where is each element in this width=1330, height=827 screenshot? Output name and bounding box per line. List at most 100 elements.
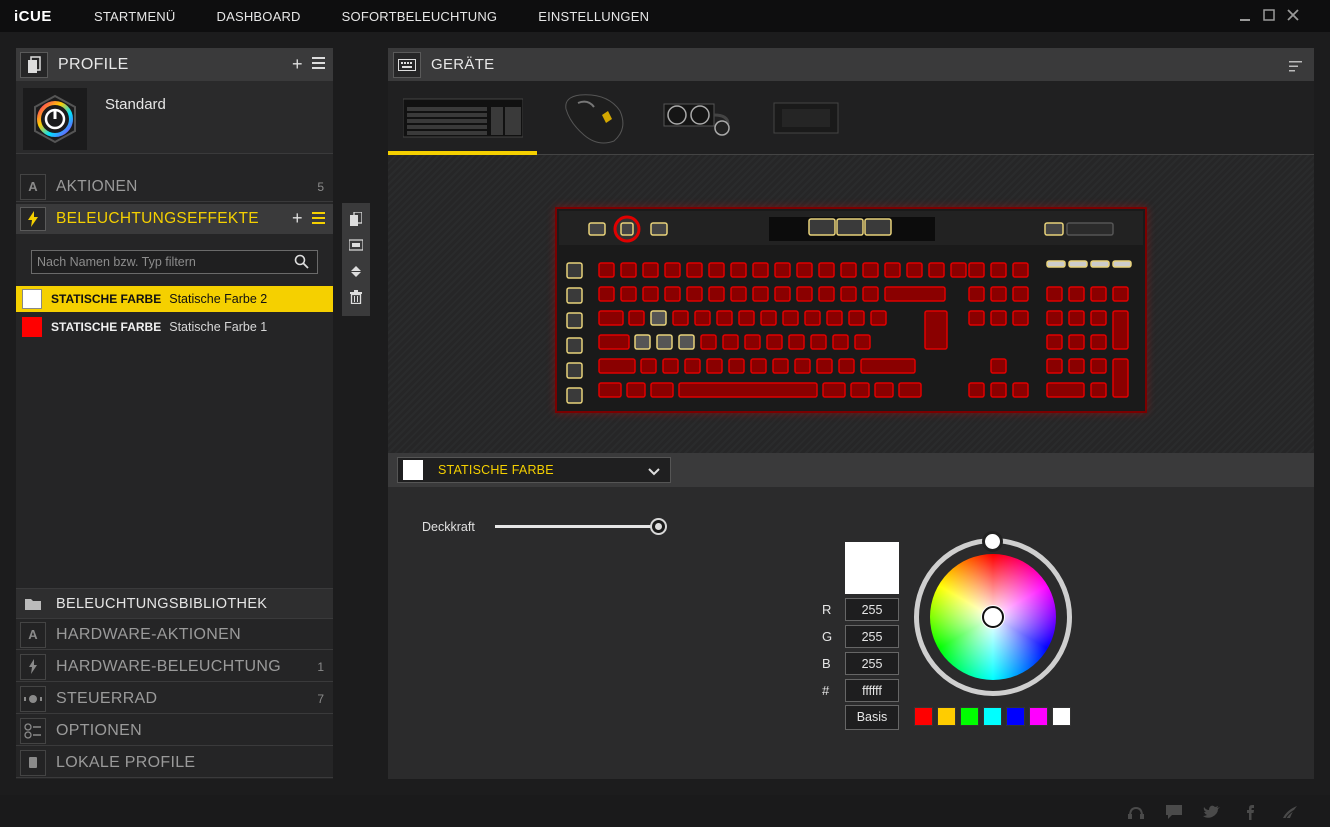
basic-color-red[interactable] bbox=[914, 707, 933, 726]
basic-color-magenta[interactable] bbox=[1029, 707, 1048, 726]
number-key[interactable] bbox=[818, 286, 835, 302]
function-key[interactable] bbox=[686, 262, 703, 278]
section-lighting-effects[interactable]: BELEUCHTUNGSEFFEKTE + bbox=[16, 204, 333, 234]
numpad-key[interactable] bbox=[1068, 286, 1085, 302]
section-lighting-library[interactable]: BELEUCHTUNGSBIBLIOTHEK bbox=[16, 588, 333, 619]
letter-key[interactable] bbox=[794, 358, 811, 374]
letter-key[interactable] bbox=[634, 334, 651, 350]
tab-key[interactable] bbox=[598, 310, 624, 326]
filter-input[interactable] bbox=[32, 251, 282, 273]
altgr-key[interactable] bbox=[822, 382, 846, 398]
basic-color-blue[interactable] bbox=[1006, 707, 1025, 726]
numpad-plus-key[interactable] bbox=[1112, 310, 1129, 350]
nav-key[interactable] bbox=[968, 262, 985, 278]
letter-key[interactable] bbox=[848, 310, 865, 326]
numpad-key[interactable] bbox=[1112, 286, 1129, 302]
letter-key[interactable] bbox=[816, 358, 833, 374]
arrow-key[interactable] bbox=[968, 382, 985, 398]
letter-key[interactable] bbox=[870, 310, 887, 326]
add-effect-button[interactable]: + bbox=[292, 209, 303, 227]
function-key[interactable] bbox=[884, 262, 901, 278]
numpad-key[interactable] bbox=[1046, 310, 1063, 326]
numpad-key[interactable] bbox=[1090, 310, 1107, 326]
shift-right-key[interactable] bbox=[860, 358, 916, 374]
letter-key[interactable] bbox=[744, 334, 761, 350]
macro-key[interactable] bbox=[566, 312, 583, 329]
letter-key[interactable] bbox=[826, 310, 843, 326]
basic-color-green[interactable] bbox=[960, 707, 979, 726]
letter-key[interactable] bbox=[760, 310, 777, 326]
letter-key[interactable] bbox=[672, 310, 689, 326]
blue-input[interactable] bbox=[845, 652, 899, 675]
corsair-icon[interactable] bbox=[1281, 804, 1299, 820]
nav-key[interactable] bbox=[990, 310, 1007, 326]
number-key[interactable] bbox=[642, 286, 659, 302]
alt-left-key[interactable] bbox=[650, 382, 674, 398]
function-key[interactable] bbox=[862, 262, 879, 278]
letter-key[interactable] bbox=[722, 334, 739, 350]
number-key[interactable] bbox=[708, 286, 725, 302]
chat-icon[interactable] bbox=[1165, 804, 1183, 820]
effects-filter[interactable] bbox=[31, 250, 318, 274]
section-local-profiles[interactable]: LOKALE PROFILE bbox=[16, 748, 333, 778]
function-key[interactable] bbox=[928, 262, 945, 278]
numpad-key[interactable] bbox=[1090, 286, 1107, 302]
letter-key[interactable] bbox=[628, 310, 645, 326]
red-input[interactable] bbox=[845, 598, 899, 621]
effect-item-static-2[interactable]: STATISCHE FARBE Statische Farbe 2 bbox=[16, 286, 333, 312]
menu-key[interactable] bbox=[874, 382, 894, 398]
twitter-icon[interactable] bbox=[1203, 804, 1221, 820]
letter-key[interactable] bbox=[766, 334, 783, 350]
nav-key[interactable] bbox=[990, 286, 1007, 302]
nav-dashboard[interactable]: DASHBOARD bbox=[217, 9, 301, 24]
profile-key[interactable] bbox=[588, 222, 606, 236]
letter-key[interactable] bbox=[738, 310, 755, 326]
device-cooler[interactable] bbox=[653, 81, 753, 155]
letter-key[interactable] bbox=[706, 358, 723, 374]
function-key[interactable] bbox=[642, 262, 659, 278]
number-key[interactable] bbox=[840, 286, 857, 302]
nav-key[interactable] bbox=[968, 286, 985, 302]
macro-key[interactable] bbox=[566, 262, 583, 279]
letter-key[interactable] bbox=[662, 358, 679, 374]
arrow-up-key[interactable] bbox=[990, 358, 1007, 374]
function-key[interactable] bbox=[774, 262, 791, 278]
numpad-key[interactable] bbox=[1068, 358, 1085, 374]
nav-startmenu[interactable]: STARTMENÜ bbox=[94, 9, 176, 24]
opacity-slider-handle[interactable] bbox=[650, 518, 667, 535]
minimize-icon[interactable] bbox=[1238, 8, 1252, 22]
copy-icon[interactable] bbox=[346, 209, 366, 229]
section-aktionen[interactable]: A AKTIONEN 5 bbox=[16, 172, 333, 202]
function-key[interactable] bbox=[664, 262, 681, 278]
volume-roller[interactable] bbox=[1066, 222, 1114, 236]
ctrl-right-key[interactable] bbox=[898, 382, 922, 398]
basis-button[interactable]: Basis bbox=[845, 705, 899, 730]
section-options[interactable]: OPTIONEN bbox=[16, 716, 333, 746]
number-key[interactable] bbox=[796, 286, 813, 302]
facebook-icon[interactable] bbox=[1241, 804, 1259, 820]
media-key[interactable] bbox=[1112, 260, 1132, 268]
nav-settings[interactable]: EINSTELLUNGEN bbox=[538, 9, 649, 24]
number-key[interactable] bbox=[620, 286, 637, 302]
nav-key[interactable] bbox=[1012, 262, 1029, 278]
numpad-key[interactable] bbox=[1046, 334, 1063, 350]
numpad-key[interactable] bbox=[1046, 286, 1063, 302]
numpad-key[interactable] bbox=[1068, 310, 1085, 326]
letter-key[interactable] bbox=[700, 334, 717, 350]
section-control-wheel[interactable]: STEUERRAD 7 bbox=[16, 684, 333, 714]
numpad-key[interactable] bbox=[1068, 334, 1085, 350]
macro-key[interactable] bbox=[566, 362, 583, 379]
color-wheel-handle[interactable] bbox=[982, 606, 1004, 628]
letter-key[interactable] bbox=[728, 358, 745, 374]
letter-key[interactable] bbox=[804, 310, 821, 326]
trash-icon[interactable] bbox=[346, 287, 366, 307]
function-key[interactable] bbox=[818, 262, 835, 278]
basic-color-cyan[interactable] bbox=[983, 707, 1002, 726]
profile-card[interactable]: Standard bbox=[16, 81, 333, 154]
macro-key[interactable] bbox=[566, 337, 583, 354]
function-key[interactable] bbox=[598, 262, 615, 278]
letter-key[interactable] bbox=[640, 358, 657, 374]
close-icon[interactable] bbox=[1286, 8, 1300, 22]
search-icon[interactable] bbox=[294, 254, 309, 274]
support-icon[interactable] bbox=[1127, 804, 1145, 820]
